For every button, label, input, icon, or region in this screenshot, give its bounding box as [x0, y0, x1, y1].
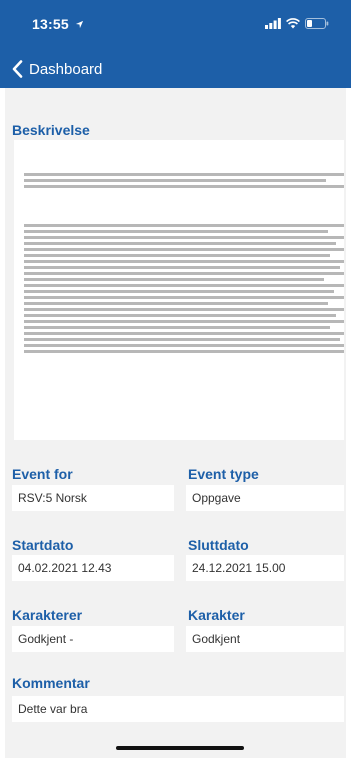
back-button[interactable]: Dashboard: [12, 60, 102, 78]
karakterer-value: Godkjent -: [12, 626, 174, 652]
kommentar-value: Dette var bra: [12, 696, 344, 722]
description-box: [14, 140, 344, 440]
description-paragraph: [24, 173, 344, 191]
event-for-label: Event for: [12, 466, 73, 482]
status-icons: [265, 18, 329, 29]
app-screen: 13:55 Dashboard Beskrivelse Event for RS…: [0, 0, 351, 758]
event-type-value: Oppgave: [186, 485, 344, 511]
back-button-label: Dashboard: [29, 60, 103, 78]
kommentar-label: Kommentar: [12, 675, 90, 691]
description-title: Beskrivelse: [12, 122, 90, 138]
status-time-text: 13:55: [32, 16, 69, 32]
karakter-label: Karakter: [188, 607, 245, 623]
karakter-value: Godkjent: [186, 626, 344, 652]
startdato-label: Startdato: [12, 537, 74, 553]
signal-icon: [265, 18, 281, 29]
wifi-icon: [286, 18, 300, 29]
startdato-value: 04.02.2021 12.43: [12, 555, 174, 581]
event-for-value: RSV:5 Norsk: [12, 485, 174, 511]
chevron-left-icon: [12, 60, 23, 78]
sluttdato-value: 24.12.2021 15.00: [186, 555, 344, 581]
home-indicator: [116, 746, 244, 750]
navigation-bar: Dashboard: [0, 50, 351, 88]
event-type-label: Event type: [188, 466, 259, 482]
event-details: Beskrivelse Event for RSV:5 Norsk Event …: [5, 88, 346, 758]
description-paragraph: [24, 224, 344, 356]
battery-icon: [305, 18, 329, 29]
location-arrow-icon: [75, 20, 84, 29]
status-time: 13:55: [32, 16, 84, 32]
status-bar: 13:55: [0, 0, 351, 50]
karakterer-label: Karakterer: [12, 607, 83, 623]
sluttdato-label: Sluttdato: [188, 537, 249, 553]
